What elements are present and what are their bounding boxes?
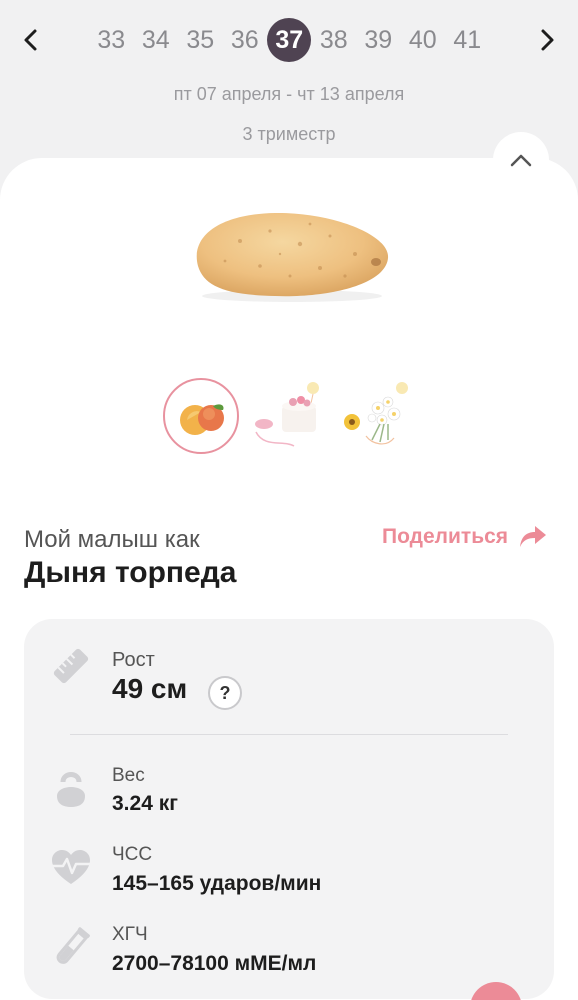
- week-item[interactable]: 35: [178, 18, 223, 62]
- week-number: 36: [230, 25, 259, 54]
- week-number: 34: [141, 25, 170, 54]
- share-label: Поделиться: [382, 525, 509, 548]
- kettlebell-icon: [48, 765, 94, 811]
- previous-week-button[interactable]: [9, 18, 53, 62]
- week-number: 35: [186, 25, 215, 54]
- week-number: 33: [97, 25, 126, 54]
- week-item-active[interactable]: 37: [267, 18, 312, 62]
- thumbnail-fruit[interactable]: [163, 378, 239, 454]
- growth-value: 49 см: [112, 673, 188, 704]
- week-item[interactable]: 36: [223, 18, 268, 62]
- ruler-icon: [48, 643, 94, 689]
- chevron-up-icon: [510, 154, 532, 167]
- next-week-button[interactable]: [525, 18, 569, 62]
- hcg-label: ХГЧ: [112, 924, 148, 945]
- peach-icon: [180, 404, 224, 435]
- week-number: 40: [408, 25, 437, 54]
- flowers-icon: [344, 382, 408, 445]
- page: 33 34 35 36 37 38 39 40 41 пт 07 апреля …: [0, 0, 578, 1000]
- torpedo-melon-image: [196, 212, 389, 302]
- week-list: 33 34 35 36 37 38 39 40 41: [89, 18, 490, 62]
- week-number: 39: [364, 25, 393, 54]
- collapse-button[interactable]: [493, 132, 549, 188]
- heart-pulse-icon: [48, 845, 94, 891]
- trimester-label: 3 триместр: [242, 124, 336, 144]
- weight-label: Вес: [112, 765, 145, 786]
- comparison-title: Дыня торпеда: [24, 556, 237, 589]
- weight-value: 3.24 кг: [112, 792, 178, 815]
- divider: [70, 734, 508, 735]
- share-button[interactable]: Поделиться: [382, 520, 548, 554]
- week-item[interactable]: 33: [89, 18, 134, 62]
- heart-rate-label: ЧСС: [112, 844, 153, 865]
- stats-card: Рост 49 см ? Вес 3.24 кг ЧСС 145–165 уда…: [24, 619, 554, 999]
- cake-icon: [255, 382, 319, 447]
- week-item[interactable]: 40: [401, 18, 446, 62]
- chevron-left-icon: [24, 29, 37, 51]
- chevron-right-icon: [541, 29, 554, 51]
- week-navigation: 33 34 35 36 37 38 39 40 41: [0, 18, 578, 62]
- week-item[interactable]: 39: [356, 18, 401, 62]
- comparison-subtitle: Мой малыш как: [24, 526, 200, 553]
- thumbnail-cake[interactable]: [250, 378, 326, 454]
- week-item[interactable]: 41: [445, 18, 490, 62]
- share-arrow-icon: [520, 526, 547, 547]
- week-number: 41: [453, 25, 482, 54]
- growth-help-button[interactable]: ?: [208, 676, 242, 710]
- test-tube-icon: [48, 925, 94, 971]
- thumbnail-flowers[interactable]: [336, 378, 412, 454]
- week-number: 38: [319, 25, 348, 54]
- growth-label: Рост: [112, 649, 155, 671]
- week-number: 37: [267, 18, 312, 62]
- week-item[interactable]: 34: [134, 18, 179, 62]
- hcg-value: 2700–78100 мМЕ/мл: [112, 952, 317, 975]
- heart-rate-value: 145–165 ударов/мин: [112, 872, 322, 895]
- date-range: пт 07 апреля - чт 13 апреля: [173, 84, 405, 104]
- week-item[interactable]: 38: [312, 18, 357, 62]
- comparison-thumbnails: [0, 378, 578, 458]
